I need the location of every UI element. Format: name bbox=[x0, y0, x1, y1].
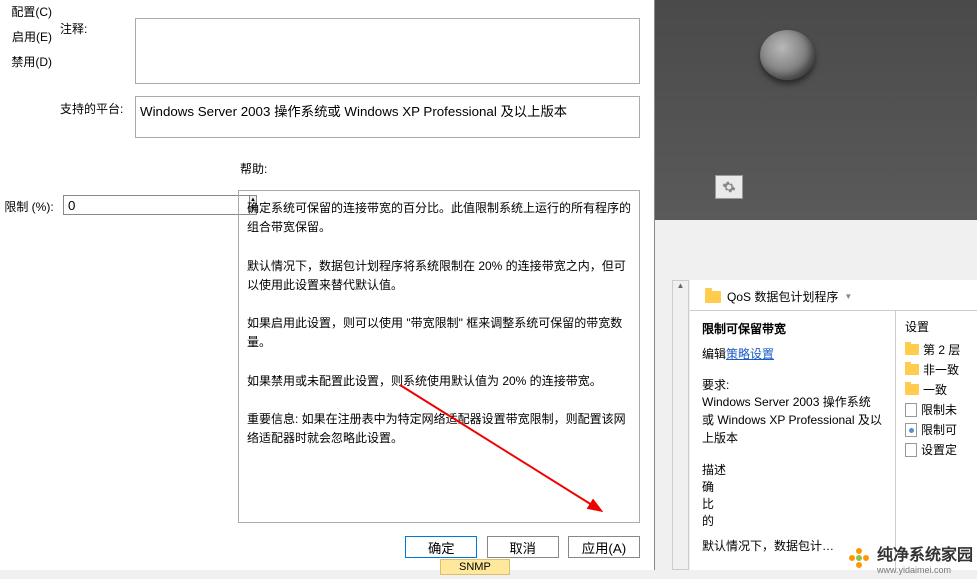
settings-list: 设置 第 2 层 非一致 一致 限制未 限制可 设置定 bbox=[905, 318, 975, 461]
file-icon bbox=[905, 443, 917, 457]
snmp-folder[interactable]: SNMP bbox=[440, 559, 510, 575]
dialog-buttons: 确定 取消 应用(A) bbox=[0, 536, 640, 558]
breadcrumb-label: QoS 数据包计划程序 bbox=[727, 288, 838, 305]
breadcrumb[interactable]: QoS 数据包计划程序 ▼ bbox=[705, 288, 852, 305]
comment-label: 注释: bbox=[60, 20, 87, 37]
list-item[interactable]: 非一致 bbox=[905, 361, 975, 378]
logo-icon bbox=[847, 546, 871, 570]
description-text: 的 bbox=[702, 512, 882, 529]
radio-config[interactable]: 配置(C) bbox=[0, 0, 52, 25]
limit-input[interactable] bbox=[63, 195, 250, 215]
list-item[interactable]: 限制可 bbox=[905, 421, 975, 438]
file-icon bbox=[905, 423, 917, 437]
chevron-down-icon: ▼ bbox=[844, 292, 852, 301]
watermark-url: www.yidaimei.com bbox=[877, 565, 973, 575]
file-icon bbox=[905, 403, 917, 417]
description-text: 比 bbox=[702, 495, 882, 512]
folder-icon bbox=[905, 344, 919, 355]
details-window: QoS 数据包计划程序 ▼ 限制可保留带宽 编辑策略设置 要求: Windows… bbox=[690, 280, 977, 570]
list-item[interactable]: 限制未 bbox=[905, 401, 975, 418]
policy-title: 限制可保留带宽 bbox=[702, 320, 882, 337]
folder-icon bbox=[905, 364, 919, 375]
desktop-background bbox=[655, 0, 977, 220]
folder-icon bbox=[905, 384, 919, 395]
wallpaper-droplet bbox=[760, 30, 815, 80]
cancel-button[interactable]: 取消 bbox=[487, 536, 559, 558]
radio-column: 配置(C) 启用(E) 禁用(D) bbox=[0, 0, 54, 75]
list-item[interactable]: 设置定 bbox=[905, 441, 975, 458]
radio-disable[interactable]: 禁用(D) bbox=[0, 50, 52, 75]
watermark-text: 纯净系统家园 bbox=[877, 547, 973, 564]
vertical-divider bbox=[895, 310, 896, 570]
desktop-app-icon[interactable] bbox=[715, 175, 743, 199]
settings-header: 设置 bbox=[905, 318, 975, 335]
platform-label: 支持的平台: bbox=[60, 100, 123, 117]
limit-spinner[interactable]: ▲ ▼ bbox=[63, 195, 183, 215]
details-left-pane: 限制可保留带宽 编辑策略设置 要求: Windows Server 2003 操… bbox=[702, 320, 882, 554]
list-item[interactable]: 第 2 层 bbox=[905, 341, 975, 358]
help-label: 帮助: bbox=[240, 160, 267, 177]
limit-label: 限制 (%): bbox=[0, 198, 58, 215]
requirements-text: Windows Server 2003 操作系统或 Windows XP Pro… bbox=[702, 393, 882, 447]
edit-policy-link[interactable]: 策略设置 bbox=[726, 347, 774, 361]
gear-icon bbox=[722, 180, 736, 194]
description-label: 描述 bbox=[702, 461, 882, 478]
help-textarea[interactable]: 确定系统可保留的连接带宽的百分比。此值限制系统上运行的所有程序的组合带宽保留。 … bbox=[238, 190, 640, 523]
divider bbox=[690, 310, 977, 311]
edit-prefix: 编辑 bbox=[702, 347, 726, 361]
policy-dialog: 配置(C) 启用(E) 禁用(D) 注释: 支持的平台: Windows Ser… bbox=[0, 0, 655, 570]
platform-textarea: Windows Server 2003 操作系统或 Windows XP Pro… bbox=[135, 96, 640, 138]
list-item[interactable]: 一致 bbox=[905, 381, 975, 398]
comment-textarea[interactable] bbox=[135, 18, 640, 84]
folder-icon bbox=[705, 291, 721, 303]
vertical-scrollbar[interactable] bbox=[672, 280, 689, 570]
watermark: 纯净系统家园 www.yidaimei.com bbox=[847, 541, 973, 575]
ok-button[interactable]: 确定 bbox=[405, 536, 477, 558]
description-text: 确 bbox=[702, 478, 882, 495]
radio-enable[interactable]: 启用(E) bbox=[0, 25, 52, 50]
apply-button[interactable]: 应用(A) bbox=[568, 536, 640, 558]
requirements-label: 要求: bbox=[702, 376, 882, 393]
